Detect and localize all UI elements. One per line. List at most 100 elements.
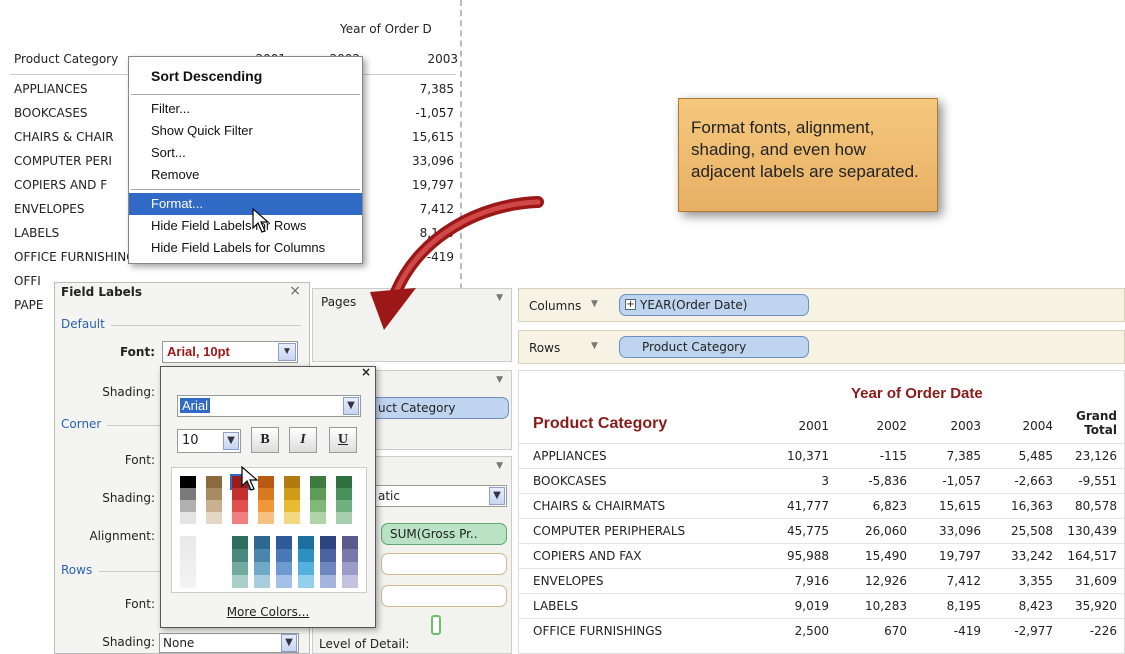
color-swatch[interactable]: [342, 562, 358, 575]
underline-button[interactable]: U: [329, 427, 357, 453]
menu-item-sort-descending[interactable]: Sort Descending: [129, 61, 362, 91]
color-swatch[interactable]: [206, 476, 222, 488]
color-swatch[interactable]: [206, 500, 222, 512]
mark-type-select[interactable]: atic ▼: [373, 485, 507, 507]
color-swatch[interactable]: [320, 536, 336, 549]
crop-row-name[interactable]: COMPUTER PERI: [14, 154, 112, 168]
crop-product-category-label[interactable]: Product Category: [14, 52, 118, 66]
color-swatch[interactable]: [206, 488, 222, 500]
expand-plus-icon[interactable]: +: [625, 299, 636, 310]
color-swatch[interactable]: [232, 549, 248, 562]
menu-item-hide-field-labels-for-rows[interactable]: Hide Field Labels for Rows: [129, 215, 362, 237]
italic-button[interactable]: I: [289, 427, 317, 453]
color-swatch[interactable]: [254, 536, 270, 549]
menu-item-sort[interactable]: Sort...: [129, 142, 362, 164]
product-category-row-pill[interactable]: Product Category: [619, 336, 809, 358]
color-swatch[interactable]: [310, 476, 326, 488]
row-category-name[interactable]: APPLIANCES: [533, 449, 607, 463]
crop-row-name[interactable]: LABELS: [14, 226, 59, 240]
close-icon[interactable]: ×: [289, 283, 301, 299]
font-family-select[interactable]: Arial ▼: [177, 395, 361, 417]
menu-item-hide-field-labels-for-columns[interactable]: Hide Field Labels for Columns: [129, 237, 362, 259]
color-swatch[interactable]: [180, 536, 196, 588]
chevron-down-icon[interactable]: ▼: [591, 299, 598, 309]
bold-button[interactable]: B: [251, 427, 279, 453]
color-swatch[interactable]: [232, 512, 248, 524]
product-category-pill[interactable]: uct Category: [369, 397, 509, 419]
crop-row-name[interactable]: PAPE: [14, 298, 44, 312]
chevron-down-icon[interactable]: ▼: [496, 375, 503, 385]
color-swatch[interactable]: [258, 512, 274, 524]
color-swatch[interactable]: [336, 476, 352, 488]
menu-item-filter[interactable]: Filter...: [129, 98, 362, 120]
chevron-down-icon[interactable]: ▼: [278, 343, 296, 361]
sum-gross-profit-pill[interactable]: SUM(Gross Pr..: [381, 523, 507, 545]
columns-shelf[interactable]: Columns ▼ + YEAR(Order Date): [518, 288, 1125, 322]
row-category-name[interactable]: OFFICE FURNISHINGS: [533, 624, 662, 638]
color-swatch[interactable]: [298, 562, 314, 575]
chevron-down-icon[interactable]: ▼: [496, 461, 503, 471]
crop-row-name[interactable]: APPLIANCES: [14, 82, 88, 96]
crop-row-name[interactable]: ENVELOPES: [14, 202, 85, 216]
color-swatch[interactable]: [284, 476, 300, 488]
menu-item-remove[interactable]: Remove: [129, 164, 362, 186]
color-swatch[interactable]: [284, 488, 300, 500]
empty-shelf-slot[interactable]: [381, 553, 507, 575]
color-swatch[interactable]: [232, 500, 248, 512]
color-swatch[interactable]: [180, 476, 196, 488]
color-swatch[interactable]: [284, 512, 300, 524]
color-swatch[interactable]: [276, 536, 292, 549]
color-swatch[interactable]: [298, 575, 314, 588]
row-category-name[interactable]: COMPUTER PERIPHERALS: [533, 524, 685, 538]
color-swatch[interactable]: [276, 575, 292, 588]
rows-shelf[interactable]: Rows ▼ Product Category: [518, 330, 1125, 364]
row-category-name[interactable]: LABELS: [533, 599, 578, 613]
more-colors-link[interactable]: More Colors...: [161, 605, 375, 619]
row-category-name[interactable]: CHAIRS & CHAIRMATS: [533, 499, 665, 513]
color-swatch[interactable]: [254, 562, 270, 575]
chevron-down-icon[interactable]: ▼: [489, 487, 505, 505]
color-swatch[interactable]: [342, 575, 358, 588]
font-size-select[interactable]: 10 ▼: [177, 429, 241, 453]
rows-shading-select[interactable]: None ▼: [159, 633, 299, 653]
product-category-header[interactable]: Product Category: [533, 415, 667, 433]
color-swatch[interactable]: [254, 549, 270, 562]
menu-item-show-quick-filter[interactable]: Show Quick Filter: [129, 120, 362, 142]
color-swatch[interactable]: [310, 512, 326, 524]
color-swatch[interactable]: [232, 562, 248, 575]
row-category-name[interactable]: ENVELOPES: [533, 574, 604, 588]
chevron-down-icon[interactable]: ▼: [223, 432, 239, 450]
color-swatch[interactable]: [310, 488, 326, 500]
color-swatch[interactable]: [180, 512, 196, 524]
color-swatch[interactable]: [258, 488, 274, 500]
crop-row-name[interactable]: OFFICE FURNISHINGS: [14, 250, 143, 264]
chevron-down-icon[interactable]: ▼: [591, 341, 598, 351]
color-swatch[interactable]: [342, 536, 358, 549]
color-swatch[interactable]: [276, 562, 292, 575]
year-order-date-pill[interactable]: + YEAR(Order Date): [619, 294, 809, 316]
color-swatch[interactable]: [336, 512, 352, 524]
color-swatch[interactable]: [298, 549, 314, 562]
color-swatch[interactable]: [206, 512, 222, 524]
color-swatch[interactable]: [232, 575, 248, 588]
empty-shelf-slot[interactable]: [381, 585, 507, 607]
color-swatch[interactable]: [180, 488, 196, 500]
color-swatch[interactable]: [320, 575, 336, 588]
color-swatch[interactable]: [336, 488, 352, 500]
chevron-down-icon[interactable]: ▼: [343, 397, 359, 415]
color-swatch[interactable]: [320, 562, 336, 575]
crop-row-name[interactable]: OFFI: [14, 274, 41, 288]
menu-item-format[interactable]: Format...: [129, 193, 362, 215]
color-swatch[interactable]: [254, 575, 270, 588]
color-swatch[interactable]: [310, 500, 326, 512]
size-slider-handle[interactable]: [431, 615, 441, 635]
color-swatch[interactable]: [258, 500, 274, 512]
color-swatch[interactable]: [320, 549, 336, 562]
color-swatch[interactable]: [336, 500, 352, 512]
color-swatch[interactable]: [232, 536, 248, 549]
row-category-name[interactable]: BOOKCASES: [533, 474, 607, 488]
color-swatch[interactable]: [342, 549, 358, 562]
crop-row-name[interactable]: BOOKCASES: [14, 106, 88, 120]
color-swatch[interactable]: [180, 500, 196, 512]
row-category-name[interactable]: COPIERS AND FAX: [533, 549, 641, 563]
